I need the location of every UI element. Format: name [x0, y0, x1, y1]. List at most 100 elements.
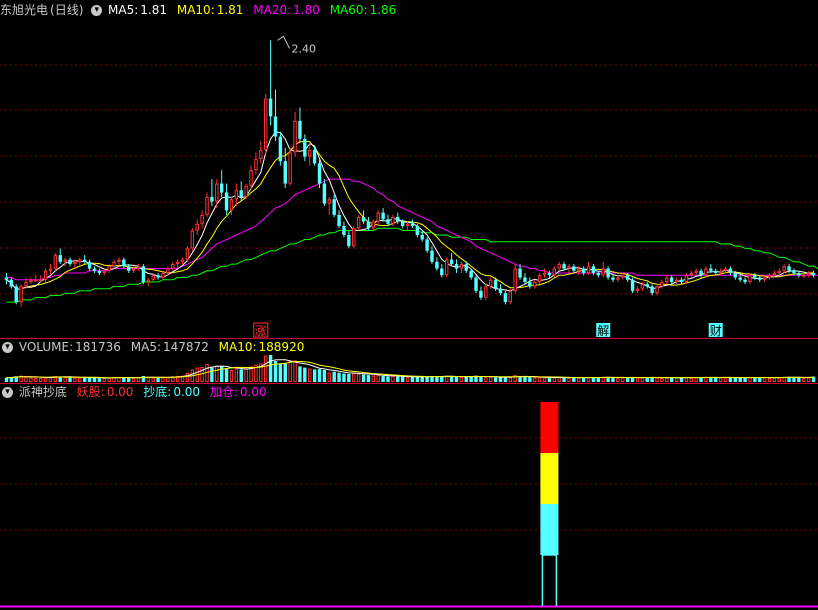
volume-bar — [361, 374, 366, 382]
candle-body — [298, 120, 302, 139]
candle — [386, 214, 390, 227]
volume-bar — [29, 377, 33, 382]
candle — [78, 257, 82, 267]
volume-bar — [586, 377, 591, 383]
chevron-down-icon[interactable]: ▾ — [91, 5, 103, 16]
candle-body — [102, 270, 106, 274]
candle — [332, 194, 336, 218]
volume-bar — [733, 377, 738, 382]
peak-annotation-arrow — [277, 35, 290, 49]
volume-bar — [616, 377, 620, 382]
volume-bar — [557, 377, 561, 383]
volume-bar — [278, 364, 283, 382]
candle-body — [391, 217, 395, 224]
candle — [811, 270, 816, 278]
volume-bar — [459, 377, 464, 383]
volume-bar — [92, 378, 97, 382]
candle-body — [611, 277, 615, 280]
volume-bar — [327, 372, 332, 382]
candle-body — [73, 261, 77, 265]
candle-body — [136, 266, 141, 269]
volume-bar — [127, 378, 131, 382]
candle-body — [738, 277, 742, 280]
chevron-down-icon[interactable]: ▾ — [2, 342, 13, 353]
event-marker-label: 涨 — [255, 323, 267, 338]
candle-body — [141, 266, 146, 282]
candle — [82, 255, 87, 265]
candle — [185, 246, 190, 262]
candle — [669, 275, 674, 285]
candle-body — [43, 270, 48, 280]
volume-bar — [684, 377, 689, 382]
candle — [410, 219, 415, 229]
candle — [268, 40, 273, 126]
candle — [679, 277, 684, 285]
volume-bar — [777, 377, 782, 383]
candle-body — [479, 290, 483, 298]
indicator-segment — [540, 504, 559, 555]
candle — [479, 286, 483, 300]
candle — [537, 273, 542, 285]
volume-bar — [303, 367, 307, 382]
event-marker: 财 — [708, 323, 723, 338]
volume-bar — [322, 370, 327, 382]
volume-bar — [215, 365, 219, 382]
candle-body — [528, 281, 532, 287]
volume-bar — [166, 376, 170, 382]
volume-bar — [386, 376, 390, 382]
candle — [474, 275, 478, 294]
candle — [205, 192, 209, 218]
candle — [660, 279, 664, 289]
candle-body — [684, 275, 689, 282]
volume-bar — [523, 376, 527, 382]
candle — [273, 89, 278, 142]
candle-body — [787, 266, 791, 271]
volume-bar — [689, 377, 693, 382]
volume-bar — [802, 377, 806, 382]
candle-body — [743, 279, 747, 282]
volume-bar — [792, 377, 796, 382]
candle — [528, 277, 532, 289]
volume-bar — [503, 376, 508, 382]
volume-bar — [283, 363, 287, 382]
volume-bar — [674, 377, 679, 382]
volume-bar — [239, 369, 243, 382]
candle — [782, 264, 786, 274]
candle-body — [572, 266, 576, 271]
volume-bar — [591, 377, 596, 382]
candle — [239, 181, 243, 202]
volume-bar — [723, 377, 728, 383]
candle-body — [210, 196, 214, 202]
candle — [743, 277, 747, 285]
volume-bar — [224, 368, 229, 382]
volume-bar — [596, 377, 601, 382]
candle — [48, 264, 53, 276]
candle-body — [410, 223, 415, 227]
candle-body — [175, 261, 180, 265]
candle — [190, 228, 195, 251]
volume-bar — [537, 377, 542, 383]
candle-body — [396, 217, 400, 222]
candle-body — [376, 212, 380, 222]
candle — [533, 279, 537, 289]
candle — [723, 266, 728, 274]
chart-canvas[interactable]: 2.40 涨 解 财 — [0, 0, 818, 610]
candle-body — [254, 158, 258, 171]
candle — [454, 259, 459, 274]
chevron-down-icon[interactable]: ▾ — [2, 387, 13, 398]
candle-body — [655, 286, 659, 294]
candle-body — [34, 279, 38, 282]
candle-body — [533, 281, 537, 287]
candle — [440, 264, 444, 278]
candle-body — [802, 275, 806, 277]
candle-body — [405, 223, 410, 227]
candle-body — [82, 259, 87, 262]
candle-body — [171, 264, 175, 269]
candle-body — [92, 268, 97, 271]
volume-bar — [625, 377, 630, 382]
volume-bar — [528, 377, 532, 382]
volume-bar — [293, 360, 297, 382]
candle — [508, 288, 512, 305]
candle-body — [542, 273, 547, 276]
candle-body — [87, 261, 92, 269]
